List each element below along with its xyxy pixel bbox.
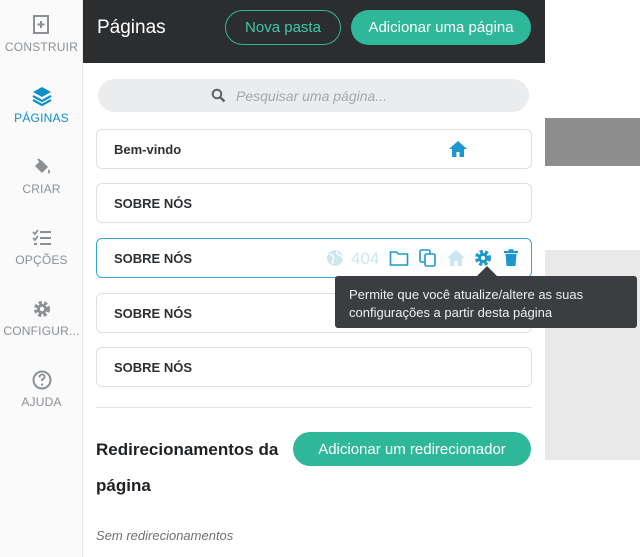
nav-label: CONFIGUR... — [3, 324, 80, 338]
nav-label: CRIAR — [22, 182, 61, 196]
set-home-icon[interactable] — [446, 248, 466, 268]
layers-icon — [31, 87, 52, 107]
error-404-icon[interactable]: 404 — [351, 249, 379, 269]
checklist-icon — [31, 229, 51, 245]
panel-title: Páginas — [97, 17, 166, 38]
page-name: Bem-vindo — [114, 142, 182, 157]
nav-item-criar[interactable]: CRIAR — [0, 156, 83, 196]
nav-label: AJUDA — [21, 395, 62, 409]
settings-gear-icon[interactable] — [473, 248, 493, 268]
page-row-home[interactable]: Bem-vindo — [96, 129, 532, 169]
section-divider — [96, 407, 532, 408]
panel-header: Páginas Nova pasta Adicionar uma página — [83, 0, 545, 63]
nav-label: OPÇÕES — [15, 253, 68, 267]
home-icon — [449, 141, 467, 157]
page-name: SOBRE NÓS — [114, 360, 193, 375]
page-search — [98, 79, 529, 112]
nav-item-opcoes[interactable]: OPÇÕES — [0, 227, 83, 267]
nav-item-paginas[interactable]: PÁGINAS — [0, 85, 83, 125]
globe-icon[interactable] — [325, 248, 345, 268]
page-name: SOBRE NÓS — [114, 251, 193, 266]
tooltip: Permite que você atualize/altere as suas… — [335, 276, 637, 328]
add-page-icon — [32, 15, 49, 34]
nav-label: PÁGINAS — [14, 111, 69, 125]
page-name: SOBRE NÓS — [114, 306, 193, 321]
page-row[interactable]: SOBRE NÓS — [96, 347, 532, 387]
page-row[interactable]: SOBRE NÓS — [96, 183, 532, 223]
gear-icon — [33, 301, 50, 317]
canvas-block — [545, 118, 640, 166]
add-redirect-button[interactable]: Adicionar um redirecionador — [293, 432, 531, 466]
folder-icon[interactable] — [389, 248, 409, 268]
paint-bucket-icon — [34, 158, 50, 174]
nav-item-ajuda[interactable]: AJUDA — [0, 369, 83, 409]
redirects-title: Redirecionamentos da página — [96, 440, 279, 495]
trash-icon[interactable] — [501, 248, 521, 268]
nav-item-configuracoes[interactable]: CONFIGUR... — [0, 298, 83, 338]
tooltip-arrow — [477, 266, 497, 276]
redirects-empty-text: Sem redirecionamentos — [96, 528, 234, 543]
duplicate-icon[interactable] — [418, 248, 438, 268]
add-page-button[interactable]: Adicionar uma página — [351, 10, 531, 45]
page-name: SOBRE NÓS — [114, 196, 193, 211]
search-icon — [211, 88, 226, 103]
page-row-selected[interactable]: SOBRE NÓS 404 — [96, 238, 532, 278]
nav-item-construir[interactable]: CONSTRUIR — [0, 14, 83, 54]
search-input[interactable] — [236, 85, 506, 107]
new-folder-button[interactable]: Nova pasta — [225, 10, 341, 45]
left-nav-rail: CONSTRUIR PÁGINAS CRIAR OPÇÕES CONFIGUR.… — [0, 0, 83, 557]
help-circle-icon — [32, 370, 51, 390]
nav-label: CONSTRUIR — [4, 40, 79, 54]
